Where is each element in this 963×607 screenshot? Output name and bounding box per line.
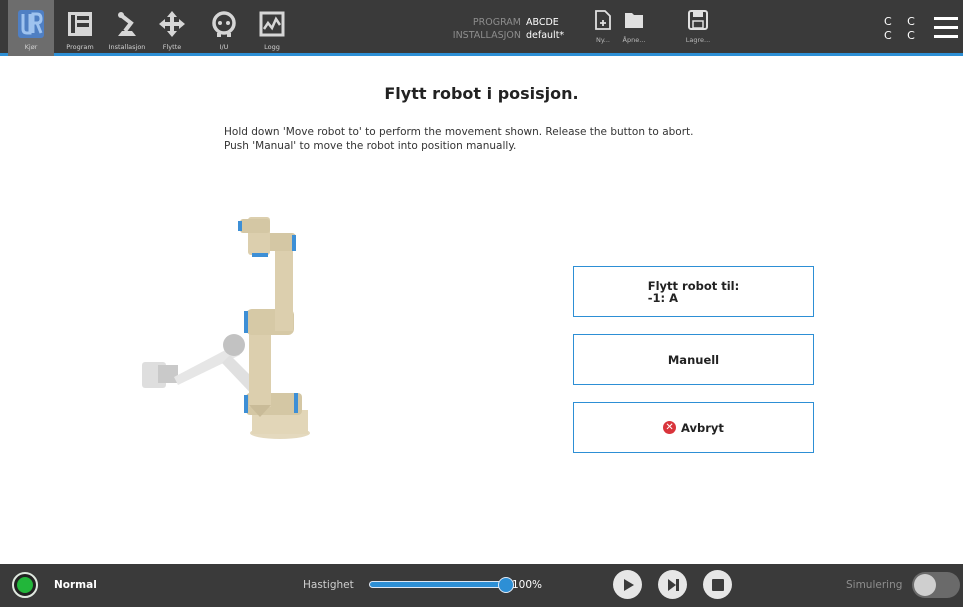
move-robot-to-label: Flytt robot til: xyxy=(647,278,740,293)
ur-logo-icon xyxy=(13,7,49,41)
stop-button[interactable] xyxy=(703,570,732,599)
program-icon xyxy=(62,7,98,41)
nav-move-label: Flytte xyxy=(162,43,182,51)
status-indicator-icon xyxy=(17,577,33,593)
manual-button[interactable]: Manuell xyxy=(573,334,814,385)
stop-icon xyxy=(711,578,724,591)
simulation-label: Simulering xyxy=(846,579,903,591)
bottom-bar: Normal Hastighet 100% Simulering xyxy=(0,564,963,607)
open-label: Åpne... xyxy=(622,36,646,44)
top-bar: Kjør Program Installasjon Flytte I/U Log… xyxy=(0,0,963,56)
move-robot-to-button[interactable]: Flytt robot til: -1: A xyxy=(573,266,814,317)
program-info: PROGRAM ABCDE INSTALLASJON default* xyxy=(443,16,564,42)
speed-indicator-cc[interactable]: C CC C xyxy=(884,15,921,43)
abort-button[interactable]: ✕ Avbryt xyxy=(573,402,814,453)
instruction-line-2: Push 'Manual' to move the robot into pos… xyxy=(224,140,517,152)
open-button[interactable]: Åpne... xyxy=(619,0,649,56)
abort-label: Avbryt xyxy=(681,420,724,435)
move-icon xyxy=(154,7,190,41)
status-label: Normal xyxy=(54,579,97,591)
folder-icon xyxy=(624,10,644,34)
installation-name: default* xyxy=(526,30,565,41)
move-target-label: -1: A xyxy=(647,290,679,305)
nav-log-label: Logg xyxy=(264,43,280,51)
play-icon xyxy=(623,578,634,591)
simulation-toggle-knob xyxy=(914,574,936,596)
nav-run[interactable]: Kjør xyxy=(8,0,54,56)
manual-label: Manuell xyxy=(667,352,720,367)
save-label: Lagre... xyxy=(685,36,711,44)
nav-installation[interactable]: Installasjon xyxy=(104,0,150,56)
nav-move[interactable]: Flytte xyxy=(150,0,194,56)
speed-slider[interactable] xyxy=(369,577,514,593)
program-key: PROGRAM xyxy=(472,17,521,28)
new-file-icon xyxy=(595,10,611,34)
instructions: Hold down 'Move robot to' to perform the… xyxy=(224,125,844,153)
save-button[interactable]: Lagre... xyxy=(684,0,712,56)
nav-run-label: Kjør xyxy=(24,43,38,51)
program-name: ABCDE xyxy=(526,17,559,28)
installation-icon xyxy=(109,7,145,41)
speed-value: 100% xyxy=(512,579,543,591)
nav-log[interactable]: Logg xyxy=(250,0,294,56)
robot-preview xyxy=(130,205,330,449)
instruction-line-1: Hold down 'Move robot to' to perform the… xyxy=(224,126,694,138)
nav-io[interactable]: I/U xyxy=(202,0,246,56)
new-button[interactable]: Ny... xyxy=(589,0,617,56)
nav-program[interactable]: Program xyxy=(58,0,102,56)
nav-io-label: I/U xyxy=(219,43,229,51)
save-icon xyxy=(688,10,708,34)
hamburger-icon[interactable] xyxy=(934,17,958,44)
close-icon: ✕ xyxy=(663,421,677,434)
installation-key: INSTALLASJON xyxy=(452,30,521,41)
new-label: Ny... xyxy=(596,36,610,44)
step-button[interactable] xyxy=(658,570,687,599)
simulation-toggle[interactable] xyxy=(912,572,960,598)
log-icon xyxy=(254,7,290,41)
play-button[interactable] xyxy=(613,570,642,599)
io-icon xyxy=(206,7,242,41)
page-title: Flytt robot i posisjon. xyxy=(384,84,579,103)
robot-status-button[interactable] xyxy=(12,572,38,598)
nav-program-label: Program xyxy=(66,43,94,51)
step-icon xyxy=(667,578,679,591)
speed-label: Hastighet xyxy=(303,579,354,591)
nav-installation-label: Installasjon xyxy=(108,43,146,51)
